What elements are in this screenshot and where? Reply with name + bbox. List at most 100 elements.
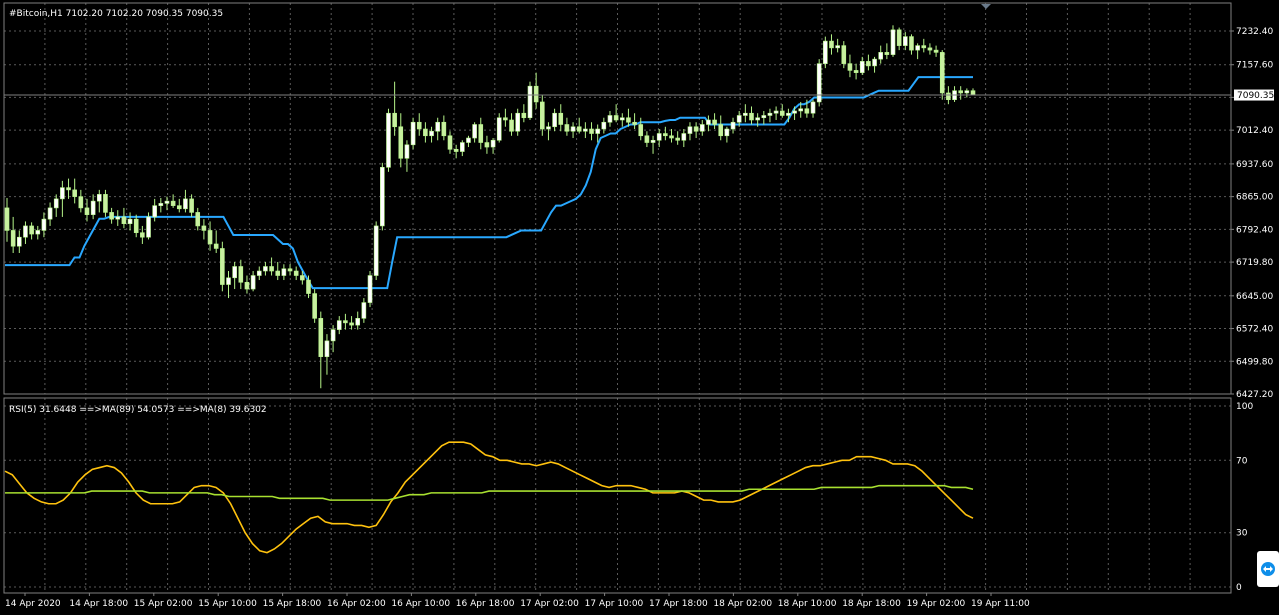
time-tick-label: 18 Apr 10:00	[778, 599, 837, 609]
candle-body	[195, 212, 201, 227]
candle-body	[946, 92, 951, 101]
candle-body	[373, 225, 379, 276]
candle-body	[269, 266, 274, 272]
candle-body	[312, 293, 317, 319]
candle-body	[84, 207, 90, 215]
candle-body	[336, 320, 342, 330]
price-tick-label: 6937.60	[1236, 160, 1273, 170]
candle-body	[533, 85, 539, 103]
candle-body	[613, 115, 619, 121]
price-tick-label: 6719.80	[1236, 258, 1273, 268]
candle-body	[35, 230, 41, 235]
candle-body	[140, 232, 145, 238]
candle-body	[650, 139, 656, 143]
candle-body	[460, 142, 465, 152]
candle-body	[238, 266, 244, 283]
candle-body	[152, 205, 157, 218]
trading-chart[interactable]: 7232.40 7157.60 7012.40 6937.60 6865.00 6792.…	[0, 0, 1279, 615]
time-tick-label: 18 Apr 02:00	[713, 599, 772, 609]
candle-body	[847, 63, 853, 71]
candle-body	[213, 243, 219, 249]
rsi-grid	[4, 398, 1231, 593]
time-axis: 14 Apr 2020 14 Apr 18:00 15 Apr 02:00 15 Ap…	[5, 593, 1030, 609]
candle-body	[306, 279, 311, 294]
candle-body	[90, 200, 96, 215]
candle-body	[779, 110, 785, 116]
candle-body	[638, 124, 644, 137]
rsi-header: RSI(5) 31.6448 ==>MA(89) 54.0573 ==>MA(8…	[9, 405, 267, 415]
candle-body	[484, 142, 490, 148]
candle-body	[133, 218, 139, 233]
candle-body	[324, 340, 330, 357]
candle-body	[884, 52, 890, 55]
candle-body	[724, 128, 730, 137]
candle-body	[410, 121, 416, 146]
candle-body	[380, 167, 385, 227]
candle-body	[256, 270, 262, 276]
candle-body	[687, 126, 693, 134]
candle-body	[293, 270, 299, 276]
time-tick-label: 16 Apr 18:00	[456, 599, 515, 609]
candle-body	[743, 112, 748, 116]
candle-body	[41, 218, 47, 231]
price-tick-label: 6645.00	[1236, 292, 1273, 302]
candle-body	[619, 117, 625, 121]
price-tick-label: 6572.40	[1236, 325, 1273, 335]
candle-body	[66, 187, 71, 191]
candle-body	[349, 322, 354, 326]
candle-body	[804, 108, 810, 114]
price-axis: 7232.40 7157.60 7012.40 6937.60 6865.00 6792.…	[1231, 27, 1273, 400]
chart-shift-marker-icon[interactable]	[981, 4, 991, 9]
candle-body	[496, 117, 502, 141]
rsi-axis: 100 70 30 0	[1236, 402, 1253, 593]
price-tick-label: 6499.80	[1236, 357, 1273, 367]
candle-body	[810, 101, 816, 114]
candle-body	[232, 266, 237, 279]
candle-body	[736, 115, 742, 123]
candle-body	[798, 108, 804, 112]
candle-body	[441, 121, 447, 137]
candle-body	[576, 126, 582, 132]
price-tick-label: 6792.40	[1236, 225, 1273, 235]
candle-body	[718, 124, 724, 137]
candle-body	[767, 112, 773, 116]
candle-body	[773, 110, 779, 114]
candle-body	[675, 137, 680, 141]
candle-body	[503, 117, 508, 121]
candle-body	[109, 212, 114, 220]
candle-body	[866, 61, 871, 67]
candle-body	[23, 225, 28, 238]
candle-body	[755, 117, 760, 121]
teamviewer-badge[interactable]	[1257, 551, 1279, 587]
candle-body	[558, 112, 564, 125]
candle-body	[60, 187, 65, 200]
price-grid	[4, 3, 1231, 395]
ma-polyline	[5, 76, 973, 290]
candle-body	[607, 115, 613, 123]
candle-body	[521, 112, 527, 119]
candle-body	[466, 137, 471, 143]
time-tick-label: 15 Apr 02:00	[134, 599, 193, 609]
candle-body	[121, 216, 127, 224]
candle-body	[17, 236, 22, 247]
price-tick-label: 6865.00	[1236, 193, 1273, 203]
time-tick-label: 15 Apr 18:00	[263, 599, 322, 609]
time-tick-label: 15 Apr 10:00	[198, 599, 257, 609]
candle-body	[539, 101, 545, 130]
candle-body	[915, 45, 920, 51]
candle-body	[318, 318, 324, 357]
candle-body	[4, 207, 10, 231]
candle-body	[706, 119, 711, 125]
candle-body	[281, 268, 287, 276]
candle-body	[275, 270, 281, 276]
chart-header: #Bitcoin,H1 7102.20 7102.20 7090.35 7090…	[9, 9, 223, 19]
candle-body	[53, 198, 59, 209]
candle-body	[786, 112, 791, 116]
time-tick-label: 17 Apr 02:00	[520, 599, 579, 609]
price-tick-label: 7157.60	[1236, 61, 1273, 71]
rsi-series-line	[5, 484, 974, 501]
candle-body	[447, 135, 453, 150]
candle-body	[115, 216, 121, 220]
candle-body	[416, 121, 422, 130]
candle-body	[527, 85, 533, 119]
